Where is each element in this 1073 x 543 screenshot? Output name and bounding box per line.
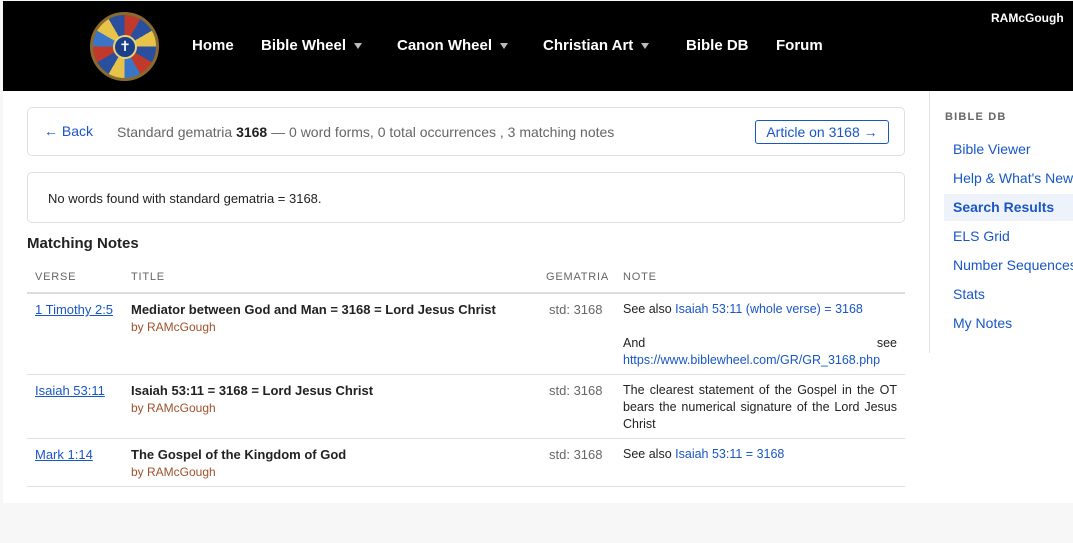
gematria-value: std: 3168 (549, 383, 603, 398)
article-button[interactable]: Article on 3168 → (755, 120, 889, 144)
gematria-summary: Standard gematria 3168 — 0 word forms, 0… (117, 124, 615, 140)
nav-forum[interactable]: Forum (776, 37, 823, 54)
sidebar-item-stats[interactable]: Stats (953, 286, 985, 302)
note-text: And see (623, 336, 897, 350)
back-link[interactable]: ← Back (44, 123, 93, 139)
note-title: Isaiah 53:11 = 3168 = Lord Jesus Christ (131, 383, 374, 398)
nav-christian-art[interactable]: Christian Art (543, 37, 650, 54)
verse-link[interactable]: Isaiah 53:11 (35, 383, 105, 398)
col-verse: VERSE (35, 271, 77, 283)
note-text: See also Isaiah 53:11 (whole verse) = 31… (623, 302, 863, 316)
sidebar-divider (929, 91, 930, 353)
sidebar-item-help[interactable]: Help & What's New (953, 170, 1073, 186)
no-words-message: No words found with standard gematria = … (48, 191, 322, 206)
col-note: NOTE (623, 271, 657, 283)
note-url: https://www.biblewheel.com/GR/GR_3168.ph… (623, 352, 897, 369)
sidebar-item-number-sequences[interactable]: Number Sequences (953, 257, 1073, 273)
nav-bible-db[interactable]: Bible DB (686, 37, 749, 54)
note-text: See also Isaiah 53:11 = 3168 (623, 447, 785, 461)
top-navbar: ✝ Home Bible Wheel Canon Wheel Christian… (3, 1, 1073, 91)
verse-link[interactable]: 1 Timothy 2:5 (35, 302, 113, 317)
matching-notes-heading: Matching Notes (27, 235, 139, 252)
note-author[interactable]: by RAMcGough (131, 401, 216, 415)
note-author[interactable]: by RAMcGough (131, 465, 216, 479)
nav-home[interactable]: Home (192, 37, 234, 54)
note-link[interactable]: Isaiah 53:11 (whole verse) = 3168 (675, 302, 863, 316)
sidebar-item-bible-viewer[interactable]: Bible Viewer (953, 141, 1031, 157)
sidebar-item-els-grid[interactable]: ELS Grid (953, 228, 1010, 244)
col-title: TITLE (131, 271, 165, 283)
main-content: ← Back Standard gematria 3168 — 0 word f… (3, 91, 1073, 503)
sidebar-heading: BIBLE DB (945, 111, 1007, 123)
nav-canon-wheel[interactable]: Canon Wheel (397, 37, 509, 54)
nav-bible-wheel[interactable]: Bible Wheel (261, 37, 363, 54)
row-divider (27, 486, 905, 487)
summary-card: ← Back Standard gematria 3168 — 0 word f… (27, 107, 905, 156)
note-title: Mediator between God and Man = 3168 = Lo… (131, 302, 496, 317)
cross-icon: ✝ (113, 35, 137, 59)
bible-wheel-logo[interactable]: ✝ (90, 12, 159, 81)
chevron-down-icon (500, 43, 509, 50)
verse-link[interactable]: Mark 1:14 (35, 447, 93, 462)
row-divider (27, 374, 905, 375)
user-menu[interactable]: RAMcGough (991, 11, 1064, 25)
gematria-value: std: 3168 (549, 302, 603, 317)
table-header-divider (27, 292, 905, 294)
chevron-down-icon (354, 43, 363, 50)
chevron-down-icon (641, 43, 650, 50)
note-title: The Gospel of the Kingdom of God (131, 447, 347, 462)
note-text: The clearest statement of the Gospel in … (623, 383, 897, 431)
no-words-card: No words found with standard gematria = … (27, 172, 905, 223)
note-author[interactable]: by RAMcGough (131, 320, 216, 334)
sidebar-item-my-notes[interactable]: My Notes (953, 315, 1012, 331)
sidebar-item-search-results[interactable]: Search Results (953, 199, 1054, 215)
col-gematria: GEMATRIA (546, 271, 610, 283)
row-divider (27, 438, 905, 439)
gematria-value: std: 3168 (549, 447, 603, 462)
note-link[interactable]: Isaiah 53:11 = 3168 (675, 447, 784, 461)
external-link[interactable]: https://www.biblewheel.com/GR/GR_3168.ph… (623, 353, 880, 367)
